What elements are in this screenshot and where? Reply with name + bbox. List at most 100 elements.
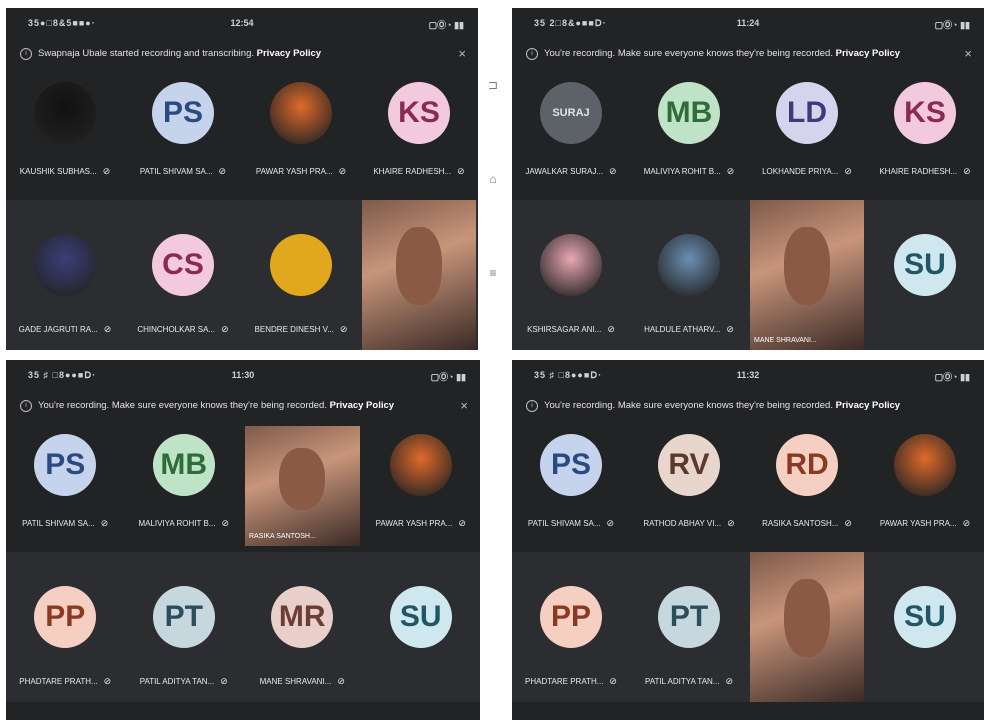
participant-name-row: JAWALKAR SURAJ... ⊘ bbox=[512, 166, 630, 177]
participant-name-row: GADE JAGRUTI RA... ⊘ bbox=[6, 324, 124, 335]
participant-tile[interactable]: KS KHAIRE RADHESH... ⊘ bbox=[866, 74, 984, 194]
participant-name: PAWAR YASH PRA... bbox=[375, 519, 453, 528]
participant-name-row: PAWAR YASH PRA... ⊘ bbox=[362, 518, 481, 529]
avatar-initials: MB bbox=[658, 82, 720, 144]
participant-tile[interactable]: MR MANE SHRAVANI... ⊘ bbox=[243, 552, 362, 702]
back-icon[interactable]: ⊐ bbox=[486, 78, 500, 92]
participant-tile[interactable]: PT PATIL ADITYA TAN... ⊘ bbox=[125, 552, 244, 702]
participant-tile[interactable]: MB MALIVIYA ROHIT B... ⊘ bbox=[125, 426, 244, 546]
participant-name: KHAIRE RADHESH... bbox=[879, 167, 958, 176]
meet-screenshot-4: 35 ♯ □8●●■Ⅾ· 11:32 ▢Ⓞ◔ ▮▮ i You're recording… bbox=[512, 360, 984, 720]
participant-tile[interactable]: SU bbox=[362, 552, 481, 702]
status-bar: 35●□8&5■■●· 12:54 ▢Ⓞ◔ ▮▮ bbox=[6, 8, 478, 38]
participant-name-row: MANE SHRAVANI... ⊘ bbox=[243, 676, 362, 687]
close-icon[interactable]: × bbox=[964, 46, 972, 61]
participant-tile[interactable]: SURAJ JAWALKAR SURAJ... ⊘ bbox=[512, 74, 630, 194]
participant-tile[interactable]: LD LOKHANDE PRIYA... ⊘ bbox=[748, 74, 866, 194]
participant-tile[interactable]: KSHIRSAGAR ANI... ⊘ bbox=[512, 200, 630, 350]
participant-tile[interactable]: PS PATIL SHIVAM SA... ⊘ bbox=[512, 426, 630, 546]
avatar-initials: SURAJ bbox=[540, 82, 602, 144]
meet-screenshot-2: 35 2□8&●■■Ⅾ· 11:24 ▢Ⓞ◔ ▮▮ i You're recording… bbox=[512, 8, 984, 350]
participant-tile[interactable]: SU bbox=[866, 200, 984, 350]
menu-icon[interactable]: ≡ bbox=[486, 266, 500, 280]
avatar-initials: LD bbox=[776, 82, 838, 144]
participant-tile[interactable]: PS PATIL SHIVAM SA... ⊘ bbox=[6, 426, 125, 546]
mic-off-icon: ⊘ bbox=[844, 166, 852, 176]
recording-text: You're recording. Make sure everyone kno… bbox=[544, 48, 833, 59]
status-time: 11:24 bbox=[736, 18, 760, 28]
avatar-photo bbox=[389, 434, 452, 496]
participant-name: HALDULE ATHARV... bbox=[644, 325, 721, 334]
participant-row: PP PHADTARE PRATH... ⊘ PT PATIL ADITYA TAN..… bbox=[512, 552, 984, 702]
mic-off-icon: ⊘ bbox=[337, 676, 345, 686]
mic-off-icon: ⊘ bbox=[458, 518, 466, 528]
info-icon: i bbox=[20, 400, 32, 412]
participant-tile[interactable]: PS PATIL SHIVAM SA... ⊘ bbox=[124, 74, 242, 194]
privacy-policy-link[interactable]: Privacy Policy bbox=[836, 400, 900, 411]
recording-banner: i You're recording. Make sure everyone kn… bbox=[6, 398, 480, 416]
participant-tile[interactable]: PAWAR YASH PRA... ⊘ bbox=[866, 426, 984, 546]
participant-name-row: MALIVIYA ROHIT B... ⊘ bbox=[630, 166, 748, 177]
participant-tile[interactable] bbox=[748, 552, 866, 702]
avatar-photo bbox=[540, 234, 602, 296]
participant-name: BENDRE DINESH V... bbox=[254, 325, 334, 334]
participant-tile[interactable]: HALDULE ATHARV... ⊘ bbox=[630, 200, 748, 350]
participant-name: PHADTARE PRATH... bbox=[525, 677, 604, 686]
participant-name-row: HALDULE ATHARV... ⊘ bbox=[630, 324, 748, 335]
privacy-policy-link[interactable]: Privacy Policy bbox=[257, 48, 321, 59]
mic-off-icon: ⊘ bbox=[606, 518, 615, 528]
participant-name-row: PATIL SHIVAM SA... ⊘ bbox=[124, 166, 242, 177]
status-icons-right: ▢Ⓞ◔ ▮▮ bbox=[428, 20, 464, 30]
participant-tile[interactable] bbox=[360, 200, 478, 350]
participant-name: CHINCHOLKAR SA... bbox=[137, 325, 216, 334]
participant-tile[interactable]: PT PATIL ADITYA TAN... ⊘ bbox=[630, 552, 748, 702]
mic-off-icon: ⊘ bbox=[103, 676, 112, 686]
participant-name-row: KAUSHIK SUBHAS... ⊘ bbox=[6, 166, 124, 177]
participant-name: MALIVIYA ROHIT B... bbox=[643, 167, 721, 176]
recording-text: You're recording. Make sure everyone kno… bbox=[38, 400, 327, 411]
close-icon[interactable]: × bbox=[458, 46, 466, 61]
participant-name: PATIL SHIVAM SA... bbox=[139, 167, 213, 176]
participant-tile[interactable]: RD RASIKA SANTOSH... ⊘ bbox=[748, 426, 866, 546]
close-icon[interactable]: × bbox=[460, 398, 468, 413]
home-icon[interactable]: ⌂ bbox=[486, 172, 500, 186]
participant-tile[interactable]: KS KHAIRE RADHESH... ⊘ bbox=[360, 74, 478, 194]
participant-tile[interactable]: BENDRE DINESH V... ⊘ bbox=[242, 200, 360, 350]
participant-tile[interactable]: CS CHINCHOLKAR SA... ⊘ bbox=[124, 200, 242, 350]
participant-tile[interactable]: RASIKA SANTOSH... bbox=[243, 426, 362, 546]
status-time: 12:54 bbox=[230, 18, 254, 28]
participant-name-row: LOKHANDE PRIYA... ⊘ bbox=[748, 166, 866, 177]
participant-tile[interactable]: PAWAR YASH PRA... ⊘ bbox=[242, 74, 360, 194]
privacy-policy-link[interactable]: Privacy Policy bbox=[836, 48, 900, 59]
avatar-initials: RV bbox=[658, 434, 720, 496]
mic-off-icon: ⊘ bbox=[100, 518, 109, 528]
participant-tile[interactable]: PP PHADTARE PRATH... ⊘ bbox=[512, 552, 630, 702]
participant-row: SURAJ JAWALKAR SURAJ... ⊘ MB MALIVIYA ROHIT … bbox=[512, 74, 984, 194]
participant-name: RASIKA SANTOSH... bbox=[762, 519, 839, 528]
participant-tile[interactable]: MANE SHRAVANI... bbox=[748, 200, 866, 350]
participant-tile[interactable]: PP PHADTARE PRATH... ⊘ bbox=[6, 552, 125, 702]
participant-tile[interactable]: GADE JAGRUTI RA... ⊘ bbox=[6, 200, 124, 350]
participant-tile[interactable]: KAUSHIK SUBHAS... ⊘ bbox=[6, 74, 124, 194]
status-icons-right: ▢Ⓞ◔ ▮▮ bbox=[934, 372, 970, 382]
participant-video bbox=[750, 552, 864, 702]
status-bar: 35 ♯ □8●●■Ⅾ· 11:32 ▢Ⓞ◔ ▮▮ bbox=[512, 360, 984, 390]
participant-name: PATIL ADITYA TAN... bbox=[139, 677, 215, 686]
participant-tile[interactable]: SU bbox=[866, 552, 984, 702]
meet-screenshot-1: 35●□8&5■■●· 12:54 ▢Ⓞ◔ ▮▮ i Swapnaja Ubale st… bbox=[6, 8, 478, 350]
participant-face bbox=[784, 227, 830, 305]
participant-name-row: PATIL SHIVAM SA... ⊘ bbox=[512, 518, 630, 529]
avatar-photo bbox=[658, 234, 720, 296]
mic-off-icon: ⊘ bbox=[963, 166, 971, 176]
recording-message: You're recording. Make sure everyone kno… bbox=[544, 48, 900, 59]
privacy-policy-link[interactable]: Privacy Policy bbox=[330, 400, 394, 411]
participant-name-row: KHAIRE RADHESH... ⊘ bbox=[866, 166, 984, 177]
participant-tile[interactable]: RV RATHOD ABHAY VI... ⊘ bbox=[630, 426, 748, 546]
participant-row: PP PHADTARE PRATH... ⊘ PT PATIL ADITYA TAN..… bbox=[6, 552, 480, 702]
avatar-initials bbox=[270, 234, 332, 296]
participant-name: PHADTARE PRATH... bbox=[19, 677, 98, 686]
mic-off-icon: ⊘ bbox=[727, 518, 735, 528]
participant-tile[interactable]: MB MALIVIYA ROHIT B... ⊘ bbox=[630, 74, 748, 194]
participant-tile[interactable]: PAWAR YASH PRA... ⊘ bbox=[362, 426, 481, 546]
recording-message: You're recording. Make sure everyone kno… bbox=[544, 400, 900, 411]
